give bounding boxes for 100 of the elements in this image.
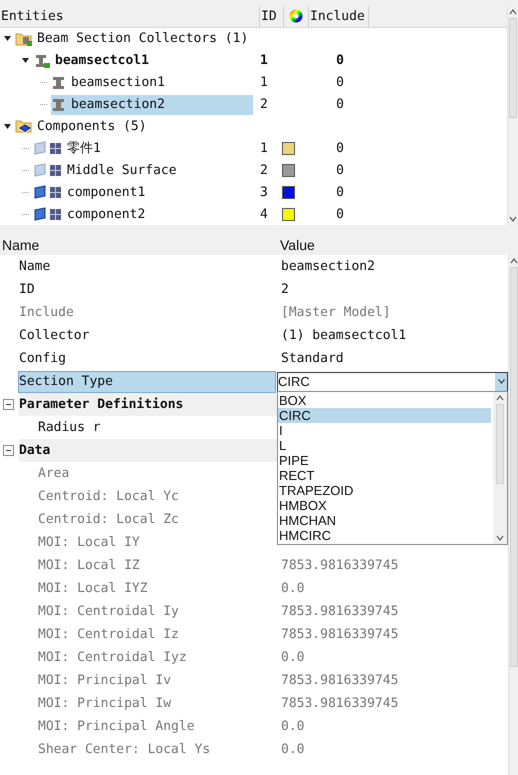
column-header[interactable]: Include xyxy=(309,6,369,27)
tree-item[interactable]: Components (5) xyxy=(15,116,147,136)
beam-icon xyxy=(51,96,67,113)
collapse-icon[interactable] xyxy=(3,399,14,410)
item-label: beamsectcol1 xyxy=(55,53,149,68)
tree-item[interactable]: beamsection2 xyxy=(51,94,253,115)
property-name: MOI: Centroidal Iy xyxy=(38,604,179,619)
item-label: Beam Section Collectors (1) xyxy=(37,31,248,46)
dropdown-option[interactable]: HMCIRC xyxy=(278,528,491,543)
property-value: [Master Model] xyxy=(281,305,391,320)
scroll-down-icon[interactable] xyxy=(509,216,517,222)
beam-icon xyxy=(51,74,67,91)
tree-item[interactable]: component2 xyxy=(33,204,146,224)
id-text: 1 xyxy=(260,75,269,90)
beam-icon xyxy=(33,52,51,69)
property-name: Include xyxy=(19,305,74,320)
dropdown-option[interactable]: BOX xyxy=(278,393,491,408)
property-value: Standard xyxy=(281,351,344,366)
property-value: (1) beamsectcol1 xyxy=(281,328,406,343)
id-text: 4 xyxy=(260,206,269,222)
property-name: MOI: Principal Angle xyxy=(38,719,195,734)
column-header[interactable]: ID xyxy=(260,6,284,27)
dropdown-option[interactable]: L xyxy=(278,438,491,453)
property-name: Radius r xyxy=(38,420,101,435)
include-text: 0 xyxy=(335,97,344,112)
property-value: 7853.9816339745 xyxy=(281,604,398,619)
property-value: 0.0 xyxy=(281,650,304,665)
color-wheel-icon xyxy=(289,9,303,24)
tree-item[interactable]: beamsectcol1 xyxy=(33,50,149,71)
scroll-up-icon[interactable] xyxy=(509,9,517,15)
dropdown-option[interactable]: I xyxy=(278,423,491,438)
property-value: 7853.9816339745 xyxy=(281,558,398,573)
scroll-up-icon[interactable] xyxy=(510,258,518,264)
expand-caret-icon[interactable] xyxy=(22,58,29,64)
property-name: ID xyxy=(19,282,35,297)
property-name: Area xyxy=(38,466,70,481)
expand-caret-icon[interactable] xyxy=(4,36,11,42)
property-name: MOI: Local IYZ xyxy=(38,581,148,596)
id-text: 2 xyxy=(260,162,269,178)
column-header[interactable]: Name xyxy=(0,237,278,253)
property-value: beamsection2 xyxy=(281,259,375,274)
dropdown-option[interactable]: CIRC xyxy=(278,408,491,423)
scroll-up-icon[interactable] xyxy=(496,395,504,401)
property-name: Section Type xyxy=(19,374,113,389)
dropdown-option[interactable]: RECT xyxy=(278,468,491,483)
item-label: component1 xyxy=(67,184,146,200)
item-label: beamsection1 xyxy=(71,75,165,90)
scroll-thumb[interactable] xyxy=(509,18,517,118)
include-text: 0 xyxy=(335,75,344,90)
property-name: MOI: Local IY xyxy=(38,535,140,550)
property-name: MOI: Centroidal Iyz xyxy=(38,650,187,665)
tree-item[interactable]: beamsection1 xyxy=(51,72,165,93)
property-name: Shear Center: Local Ys xyxy=(38,742,210,757)
property-name: Name xyxy=(19,259,50,274)
include-text: 0 xyxy=(335,206,344,222)
property-name: MOI: Centroidal Iz xyxy=(38,627,179,642)
column-header[interactable]: Value xyxy=(278,237,478,253)
collapse-icon[interactable] xyxy=(3,445,14,456)
expand-caret-icon[interactable] xyxy=(4,124,11,129)
property-value: 0.0 xyxy=(281,742,304,757)
property-name: MOI: Principal Iw xyxy=(38,696,172,711)
group-title: Data xyxy=(19,443,50,458)
include-text: 0 xyxy=(335,162,344,178)
tree-item[interactable]: component1 xyxy=(33,182,146,202)
scroll-thumb[interactable] xyxy=(496,404,504,484)
id-text: 2 xyxy=(260,97,269,112)
id-text: 3 xyxy=(260,184,269,200)
property-name: MOI: Local IZ xyxy=(38,558,140,573)
dropdown-option[interactable]: HMBOX xyxy=(278,498,491,513)
folder-icon xyxy=(15,30,33,47)
tree-item[interactable]: Beam Section Collectors (1) xyxy=(15,28,248,49)
include-text: 0 xyxy=(335,53,344,68)
component-icon xyxy=(33,207,63,222)
property-name: MOI: Principal Iv xyxy=(38,673,172,688)
property-name: Centroid: Local Zc xyxy=(38,512,179,527)
tree-item[interactable]: Middle Surface xyxy=(33,160,177,180)
tree-item[interactable]: 零件1 xyxy=(33,138,101,158)
component-icon xyxy=(33,163,63,178)
dropdown-option[interactable]: TRAPEZOID xyxy=(278,483,491,498)
dropdown-option[interactable]: PIPE xyxy=(278,453,491,468)
scroll-down-icon[interactable] xyxy=(496,535,504,541)
component-icon xyxy=(33,185,63,200)
property-value: 7853.9816339745 xyxy=(281,673,398,688)
property-value: 7853.9816339745 xyxy=(281,696,398,711)
folder-icon xyxy=(15,118,33,134)
include-text: 0 xyxy=(335,140,344,156)
property-name: Collector xyxy=(19,328,90,343)
item-label: beamsection2 xyxy=(71,97,165,112)
property-value: 0.0 xyxy=(281,581,304,596)
property-name: Config xyxy=(19,351,66,366)
dropdown-option[interactable]: HMCHAN xyxy=(278,513,491,528)
caret-icon xyxy=(498,379,504,384)
include-text: 0 xyxy=(335,184,344,200)
section-type-dropdown[interactable]: CIRC xyxy=(277,372,508,392)
scroll-thumb[interactable] xyxy=(510,267,518,667)
item-label: component2 xyxy=(67,206,146,222)
scrollbar[interactable] xyxy=(508,255,518,775)
component-icon xyxy=(33,141,63,156)
column-header[interactable]: Entities xyxy=(0,6,260,27)
item-label: Components (5) xyxy=(37,118,147,134)
